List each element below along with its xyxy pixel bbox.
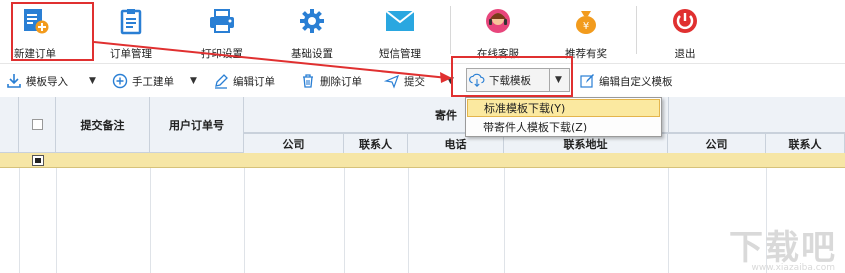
template-import-dropdown[interactable]: ▼ xyxy=(89,64,96,98)
app-window: 新建订单 订单管理 打印设置 基础设置 短信管理 在线客服 ¥ 推荐有奖 退出 … xyxy=(0,0,845,273)
gear-icon xyxy=(296,5,328,37)
main-ribbon: 新建订单 订单管理 打印设置 基础设置 短信管理 在线客服 ¥ 推荐有奖 退出 xyxy=(0,0,845,63)
grid-line xyxy=(408,168,409,273)
clipboard-icon xyxy=(115,5,147,37)
ribbon-label-order-management: 订单管理 xyxy=(110,48,152,60)
money-bag-icon: ¥ xyxy=(570,5,602,37)
download-template-menu: 标准模板下载(Y) 带寄件人模板下载(Z) xyxy=(465,97,662,137)
grid-line xyxy=(504,168,505,273)
grid-line xyxy=(344,168,345,273)
secondary-toolbar: 模板导入 ▼ 手工建单 ▼ 编辑订单 删除订单 提交 ▼ 编辑自定义模板 xyxy=(0,63,845,97)
watermark: 下载吧 xyxy=(729,228,837,268)
basic-settings-button[interactable]: 基础设置 xyxy=(287,0,337,63)
grid-indicator-header xyxy=(0,97,19,153)
col-header-contact-2[interactable]: 联系人 xyxy=(766,133,845,153)
pencil-icon xyxy=(213,73,229,89)
select-all-header xyxy=(19,97,56,153)
col-header-contact[interactable]: 联系人 xyxy=(344,133,408,153)
grid-line xyxy=(150,168,151,273)
order-management-button[interactable]: 订单管理 xyxy=(106,0,156,63)
ribbon-label-print-settings: 打印设置 xyxy=(201,48,243,60)
row-checkbox[interactable] xyxy=(32,155,44,166)
col-group-sender-label: 寄件 xyxy=(435,108,457,122)
edit-order-label: 编辑订单 xyxy=(233,75,275,88)
new-order-highlight xyxy=(11,2,94,61)
print-settings-button[interactable]: 打印设置 xyxy=(197,0,247,63)
grid-line xyxy=(668,168,669,273)
menu-item-standard-template[interactable]: 标准模板下载(Y) xyxy=(467,99,660,117)
ribbon-separator xyxy=(450,6,451,54)
ribbon-label-exit: 退出 xyxy=(674,48,696,60)
power-icon xyxy=(669,5,701,37)
watermark-url: www.xiazaiba.com xyxy=(751,263,835,273)
customer-service-icon xyxy=(482,5,514,37)
select-all-checkbox[interactable] xyxy=(31,119,43,130)
edit-custom-template-label: 编辑自定义模板 xyxy=(599,75,673,88)
edit-order-button[interactable]: 编辑订单 xyxy=(213,64,275,98)
download-template-highlight xyxy=(451,56,573,97)
edit-custom-template-button[interactable]: 编辑自定义模板 xyxy=(579,64,673,98)
send-icon xyxy=(384,73,400,89)
envelope-icon xyxy=(384,5,416,37)
online-service-button[interactable]: 在线客服 xyxy=(473,0,523,63)
col-header-user-order-no[interactable]: 用户订单号 xyxy=(150,97,244,153)
trash-icon xyxy=(300,73,316,89)
manual-create-label: 手工建单 xyxy=(132,75,174,88)
order-grid: 提交备注 用户订单号 寄件 公司 联系人 电话 联系地址 公司 联系人 xyxy=(0,97,845,273)
template-import-button[interactable]: 模板导入 xyxy=(6,64,68,98)
col-group-receiver xyxy=(668,97,845,133)
manual-create-button[interactable]: 手工建单 xyxy=(112,64,174,98)
exit-button[interactable]: 退出 xyxy=(660,0,710,63)
ribbon-separator xyxy=(636,6,637,54)
grid-line xyxy=(56,168,57,273)
manual-create-dropdown[interactable]: ▼ xyxy=(190,64,197,98)
referral-reward-button[interactable]: ¥ 推荐有奖 xyxy=(561,0,611,63)
delete-order-button[interactable]: 删除订单 xyxy=(300,64,362,98)
new-row[interactable] xyxy=(0,153,845,168)
grid-line xyxy=(19,168,20,273)
sms-management-button[interactable]: 短信管理 xyxy=(375,0,425,63)
submit-button[interactable]: 提交 xyxy=(384,64,425,98)
delete-order-label: 删除订单 xyxy=(320,75,362,88)
svg-text:¥: ¥ xyxy=(583,21,589,32)
template-import-label: 模板导入 xyxy=(26,75,68,88)
ribbon-label-sms-management: 短信管理 xyxy=(379,48,421,60)
col-header-remark[interactable]: 提交备注 xyxy=(56,97,150,153)
col-header-company-2[interactable]: 公司 xyxy=(668,133,766,153)
edit-template-icon xyxy=(579,73,595,89)
submit-label: 提交 xyxy=(404,75,425,88)
ribbon-label-basic-settings: 基础设置 xyxy=(291,48,333,60)
menu-item-sender-template[interactable]: 带寄件人模板下载(Z) xyxy=(467,118,660,136)
grid-line xyxy=(244,168,245,273)
import-icon xyxy=(6,73,22,89)
col-header-company[interactable]: 公司 xyxy=(244,133,344,153)
plus-circle-icon xyxy=(112,73,128,89)
printer-icon xyxy=(206,5,238,37)
